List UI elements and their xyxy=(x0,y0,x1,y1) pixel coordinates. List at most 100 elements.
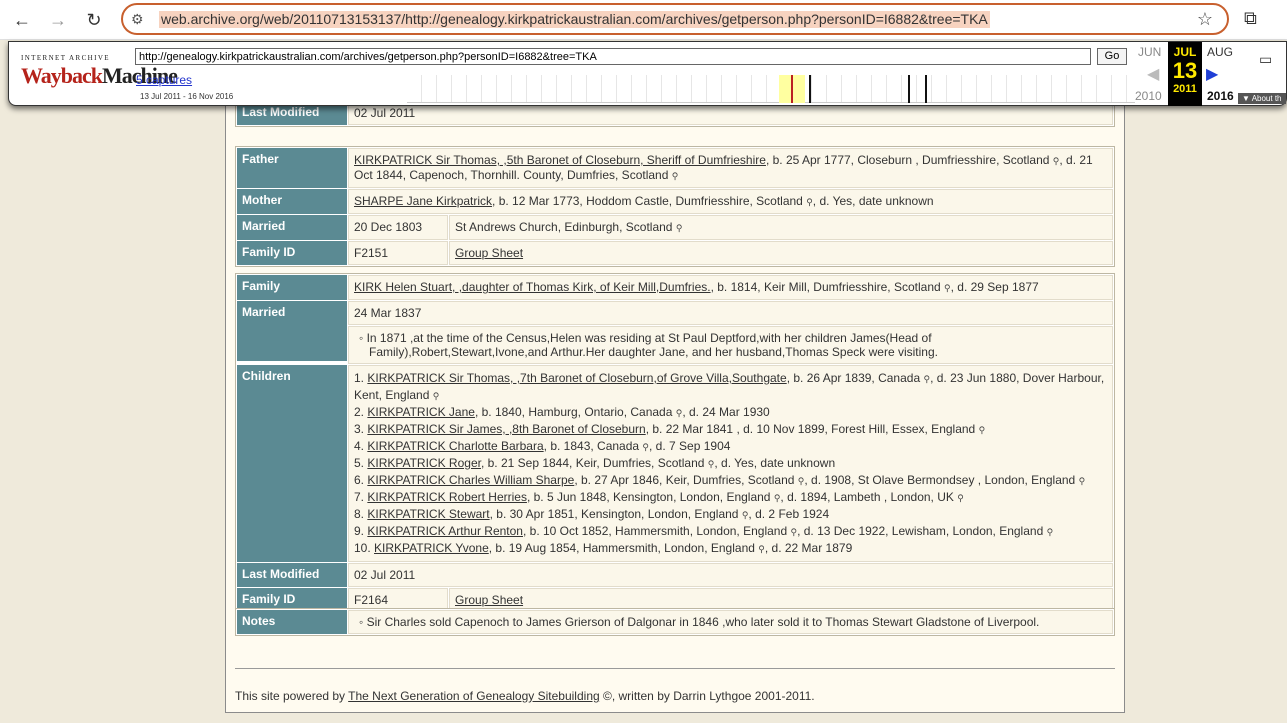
notes-table: Notes ◦ Sir Charles sold Capenoch to Jam… xyxy=(235,608,1115,636)
magnifier-icon[interactable]: ⚲ xyxy=(944,283,951,293)
mother-death: , d. Yes, date unknown xyxy=(812,194,934,208)
capture-bar[interactable] xyxy=(925,75,927,103)
child-num: 7. xyxy=(354,490,365,504)
magnifier-icon[interactable]: ⚲ xyxy=(433,391,440,401)
list-item: 5. KIRKPATRICK Roger, b. 21 Sep 1844, Ke… xyxy=(354,455,1107,472)
child-link[interactable]: KIRKPATRICK Yvone xyxy=(374,541,489,555)
capture-sparkline[interactable] xyxy=(407,75,1135,103)
child-death: , d. 7 Sep 1904 xyxy=(649,439,731,453)
child-birth: , b. 1843, Canada xyxy=(543,439,640,453)
child-num: 8. xyxy=(354,507,365,521)
list-item: 4. KIRKPATRICK Charlotte Barbara, b. 184… xyxy=(354,438,1107,455)
group-sheet-link[interactable]: Group Sheet xyxy=(455,246,523,260)
tng-link[interactable]: The Next Generation of Genealogy Sitebui… xyxy=(348,689,600,703)
reload-icon[interactable]: ↻ xyxy=(81,7,107,33)
child-link[interactable]: KIRKPATRICK Sir James, ,8th Baronet of C… xyxy=(367,422,645,436)
child-num: 1. xyxy=(354,371,365,385)
magnifier-icon[interactable]: ⚲ xyxy=(979,425,986,435)
extensions-icon[interactable]: ⧉ xyxy=(1244,8,1257,29)
mother-link[interactable]: SHARPE Jane Kirkpatrick xyxy=(354,194,492,208)
address-bar[interactable]: ⚙ web.archive.org/web/20110713153137/htt… xyxy=(121,3,1229,35)
prev-arrow-icon[interactable]: ◀ xyxy=(1147,64,1159,84)
next-month[interactable]: AUG xyxy=(1207,45,1233,59)
married-details: 24 Mar 1837 ◦ In 1871 ,at the time of th… xyxy=(348,301,1113,364)
current-year: 2011 xyxy=(1173,83,1197,95)
father-label: Father xyxy=(237,148,347,188)
list-item: 1. KIRKPATRICK Sir Thomas, ,7th Baronet … xyxy=(354,370,1107,404)
group-sheet-link[interactable]: Group Sheet xyxy=(455,593,523,607)
mother-value: SHARPE Jane Kirkpatrick, b. 12 Mar 1773,… xyxy=(348,189,1113,214)
magnifier-icon[interactable]: ⚲ xyxy=(1079,476,1086,486)
wayback-toolbar: INTERNET ARCHIVE WaybackMachine Go 5 cap… xyxy=(8,41,1287,106)
magnifier-icon[interactable]: ⚲ xyxy=(758,544,765,554)
logo-wayback-text: Wayback xyxy=(21,63,103,88)
current-day: 13 xyxy=(1172,58,1198,83)
spouse-value: KIRK Helen Stuart, ,daughter of Thomas K… xyxy=(348,275,1113,300)
child-link[interactable]: KIRKPATRICK Charlotte Barbara xyxy=(367,439,543,453)
back-icon[interactable]: ← xyxy=(9,7,35,33)
child-link[interactable]: KIRKPATRICK Jane xyxy=(367,405,475,419)
captures-link[interactable]: 5 captures xyxy=(136,73,192,87)
child-num: 5. xyxy=(354,456,365,470)
magnifier-icon[interactable]: ⚲ xyxy=(957,493,964,503)
capture-bar[interactable] xyxy=(908,75,910,103)
family-table: Family KIRK Helen Stuart, ,daughter of T… xyxy=(235,273,1115,614)
family-married-date: 24 Mar 1837 xyxy=(348,301,1113,325)
genealogy-page: Last Modified 02 Jul 2011 Father KIRKPAT… xyxy=(225,95,1125,713)
list-item: 2. KIRKPATRICK Jane, b. 1840, Hamburg, O… xyxy=(354,404,1107,421)
spouse-link[interactable]: KIRK Helen Stuart, ,daughter of Thomas K… xyxy=(354,280,711,294)
mother-birth: , b. 12 Mar 1773, Hoddom Castle, Dumfrie… xyxy=(492,194,803,208)
next-arrow-icon[interactable]: ▶ xyxy=(1206,64,1218,84)
about-capture-button[interactable]: ▼ About th xyxy=(1238,93,1286,104)
capture-bar[interactable] xyxy=(809,75,811,103)
magnifier-icon[interactable]: ⚲ xyxy=(1047,527,1054,537)
site-footer: This site powered by The Next Generation… xyxy=(235,689,815,703)
child-link[interactable]: KIRKPATRICK Sir Thomas, ,7th Baronet of … xyxy=(367,371,786,385)
family-id-label: Family ID xyxy=(237,241,347,265)
child-birth: , b. 22 Mar 1841 xyxy=(645,422,734,436)
internet-archive-label: INTERNET ARCHIVE xyxy=(21,54,110,62)
address-url[interactable]: web.archive.org/web/20110713153137/http:… xyxy=(159,11,990,28)
children-list: 1. KIRKPATRICK Sir Thomas, ,7th Baronet … xyxy=(348,365,1113,562)
magnifier-icon[interactable]: ⚲ xyxy=(806,197,813,207)
child-birth: , b. 5 Jun 1848, Kensington, London, Eng… xyxy=(526,490,771,504)
capture-bar[interactable] xyxy=(791,75,793,103)
child-link[interactable]: KIRKPATRICK Robert Herries xyxy=(367,490,527,504)
child-link[interactable]: KIRKPATRICK Arthur Renton xyxy=(367,524,523,538)
child-link[interactable]: KIRKPATRICK Roger xyxy=(367,456,481,470)
child-birth: , b. 27 Apr 1846, Keir, Dumfries, Scotla… xyxy=(574,473,795,487)
mother-label: Mother xyxy=(237,189,347,214)
child-num: 6. xyxy=(354,473,365,487)
child-num: 3. xyxy=(354,422,365,436)
census-note-text: In 1871 ,at the time of the Census,Helen… xyxy=(366,331,938,359)
child-link[interactable]: KIRKPATRICK Charles William Sharpe xyxy=(367,473,574,487)
child-num: 4. xyxy=(354,439,365,453)
father-link[interactable]: KIRKPATRICK Sir Thomas, ,5th Baronet of … xyxy=(354,153,766,167)
go-button[interactable]: Go xyxy=(1097,48,1127,65)
prev-month[interactable]: JUN xyxy=(1138,45,1161,59)
calendar-icon[interactable]: ▭ xyxy=(1259,51,1272,68)
capture-range: 13 Jul 2011 - 16 Nov 2016 xyxy=(140,92,234,101)
child-link[interactable]: KIRKPATRICK Stewart xyxy=(367,507,489,521)
child-death: , d. 1894, Lambeth , London, UK xyxy=(780,490,954,504)
spouse-death: , d. 29 Sep 1877 xyxy=(950,280,1039,294)
child-num: 2. xyxy=(354,405,365,419)
next-year[interactable]: 2016 xyxy=(1207,89,1234,103)
parents-table: Father KIRKPATRICK Sir Thomas, ,5th Baro… xyxy=(235,146,1115,267)
magnifier-icon[interactable]: ⚲ xyxy=(672,171,679,181)
child-birth: , b. 30 Apr 1851, Kensington, London, En… xyxy=(489,507,739,521)
notes-value: ◦ Sir Charles sold Capenoch to James Gri… xyxy=(348,610,1113,634)
wayback-url-input[interactable] xyxy=(135,48,1091,65)
magnifier-icon[interactable]: ⚲ xyxy=(676,223,683,233)
current-date: JUL 13 2011 xyxy=(1168,42,1202,106)
prev-year[interactable]: 2010 xyxy=(1135,89,1162,103)
forward-icon[interactable]: → xyxy=(45,7,71,33)
site-info-icon[interactable]: ⚙ xyxy=(131,11,144,28)
child-birth: , b. 10 Oct 1852, Hammersmith, London, E… xyxy=(522,524,788,538)
list-item: 9. KIRKPATRICK Arthur Renton, b. 10 Oct … xyxy=(354,523,1107,540)
child-death: , d. 1908, St Olave Bermondsey , London,… xyxy=(804,473,1076,487)
child-death: , d. 24 Mar 1930 xyxy=(682,405,770,419)
bookmark-star-icon[interactable]: ☆ xyxy=(1197,9,1213,30)
family-married-label: Married xyxy=(237,301,347,361)
married-date: 20 Dec 1803 xyxy=(348,215,448,240)
